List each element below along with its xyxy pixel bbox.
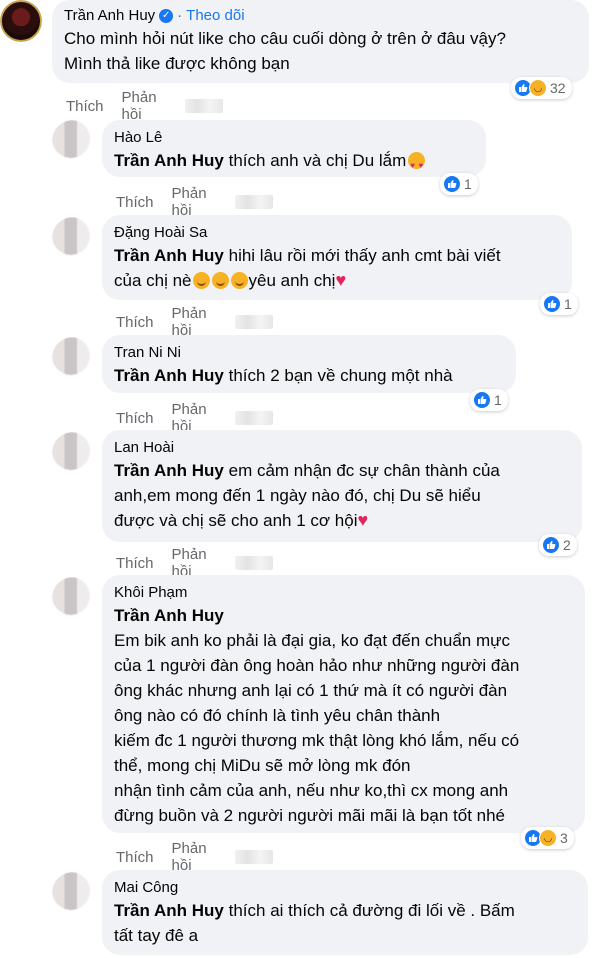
comment-actions: Thích Phản hồi (116, 305, 273, 339)
like-button[interactable]: Thích (66, 98, 104, 115)
comment-text: Trần Anh Huy em cảm nhận đc sự chân thàn… (114, 461, 500, 530)
comment-bubble: Lan Hoài Trần Anh Huy em cảm nhận đc sự … (102, 430, 582, 542)
comment-bubble: Hào Lê Trần Anh Huy thích anh và chị Du … (102, 120, 486, 178)
avatar[interactable] (52, 432, 94, 474)
avatar[interactable] (0, 0, 42, 42)
reaction-summary[interactable]: ◡ 32 (511, 77, 572, 99)
timestamp-blurred (185, 99, 223, 113)
reaction-summary[interactable]: 1 (440, 173, 478, 195)
comment-text: Trần Anh Huy thích anh và chị Du lắm (114, 148, 474, 178)
comment-bubble: Trần Anh Huy ✓ · Theo dõi Cho mình hỏi n… (52, 0, 589, 83)
reaction-count: 1 (464, 176, 472, 192)
mention-tag[interactable]: Trần Anh Huy (114, 366, 224, 385)
avatar[interactable] (52, 577, 94, 619)
reaction-summary[interactable]: 1 (540, 293, 578, 315)
mention-tag[interactable]: Trần Anh Huy (114, 901, 224, 920)
mention-tag[interactable]: Trần Anh Huy (114, 603, 573, 628)
author-name[interactable]: Mai Công (114, 878, 178, 898)
like-reaction-icon (473, 391, 491, 409)
reaction-summary[interactable]: 2 (539, 534, 577, 556)
timestamp-blurred (235, 556, 273, 570)
comment-text: Cho mình hỏi nút like cho câu cuối dòng … (64, 29, 506, 73)
reaction-count: 2 (563, 537, 571, 553)
author-name[interactable]: Đặng Hoài Sa (114, 223, 207, 243)
comment-text: Trần Anh Huy hihi lâu rồi mới thấy anh c… (114, 246, 501, 290)
reply-button[interactable]: Phản hồi (172, 185, 218, 219)
smiling-emoji (230, 272, 248, 289)
comment-actions: Thích Phản hồi (116, 185, 273, 219)
smiling-emoji (211, 272, 229, 289)
mention-tag[interactable]: Trần Anh Huy (114, 461, 224, 480)
timestamp-blurred (235, 315, 273, 329)
comment-bubble: Mai Công Trần Anh Huy thích ai thích cả … (102, 870, 588, 955)
follow-link[interactable]: Theo dõi (186, 6, 244, 26)
comment-text: Trần Anh Huy thích 2 bạn về chung một nh… (114, 366, 453, 385)
like-button[interactable]: Thích (116, 194, 154, 211)
mention-tag[interactable]: Trần Anh Huy (114, 246, 224, 265)
red-heart-emoji: ♥ (335, 270, 347, 290)
smiling-emoji (192, 272, 210, 289)
reply-button[interactable]: Phản hồi (172, 305, 218, 339)
haha-reaction-icon: ◡ (539, 829, 557, 847)
comment-bubble: Khôi Phạm Trần Anh Huy Em bik anh ko phả… (102, 575, 585, 833)
timestamp-blurred (235, 411, 273, 425)
reaction-count: 32 (550, 80, 566, 96)
like-reaction-icon (542, 536, 560, 554)
author-name[interactable]: Lan Hoài (114, 438, 174, 458)
heart-eyes-emoji (408, 152, 426, 178)
comment-actions: Thích Phản hồi (66, 89, 223, 123)
like-button[interactable]: Thích (116, 849, 154, 866)
reaction-summary[interactable]: ◡ 3 (521, 827, 574, 849)
comment-text: Trần Anh Huy thích ai thích cả đường đi … (114, 901, 515, 945)
timestamp-blurred (235, 850, 273, 864)
timestamp-blurred (235, 195, 273, 209)
reply-button[interactable]: Phản hồi (122, 89, 168, 123)
mention-tag[interactable]: Trần Anh Huy (114, 151, 224, 170)
comment-bubble: Đặng Hoài Sa Trần Anh Huy hihi lâu rồi m… (102, 215, 572, 300)
red-heart-emoji: ♥ (357, 510, 369, 530)
author-name[interactable]: Khôi Phạm (114, 583, 187, 603)
reaction-count: 1 (564, 296, 572, 312)
like-reaction-icon (443, 175, 461, 193)
author-name[interactable]: Tran Ni Ni (114, 343, 181, 363)
like-reaction-icon (543, 295, 561, 313)
avatar[interactable] (52, 872, 94, 914)
avatar[interactable] (52, 217, 94, 259)
haha-reaction-icon: ◡ (529, 79, 547, 97)
like-button[interactable]: Thích (116, 314, 154, 331)
author-name[interactable]: Trần Anh Huy (64, 6, 155, 26)
author-name[interactable]: Hào Lê (114, 128, 162, 148)
comment-actions: Thích Phản hồi (116, 840, 273, 874)
comment-text: Trần Anh Huy Em bik anh ko phải là đại g… (114, 603, 573, 828)
like-button[interactable]: Thích (116, 555, 154, 572)
reaction-summary[interactable]: 1 (470, 389, 508, 411)
reaction-count: 3 (560, 830, 568, 846)
comment-bubble: Tran Ni Ni Trần Anh Huy thích 2 bạn về c… (102, 335, 516, 393)
reply-button[interactable]: Phản hồi (172, 840, 218, 874)
avatar[interactable] (52, 120, 94, 162)
verified-icon: ✓ (159, 9, 174, 23)
reaction-count: 1 (494, 392, 502, 408)
avatar[interactable] (52, 337, 94, 379)
like-button[interactable]: Thích (116, 410, 154, 427)
